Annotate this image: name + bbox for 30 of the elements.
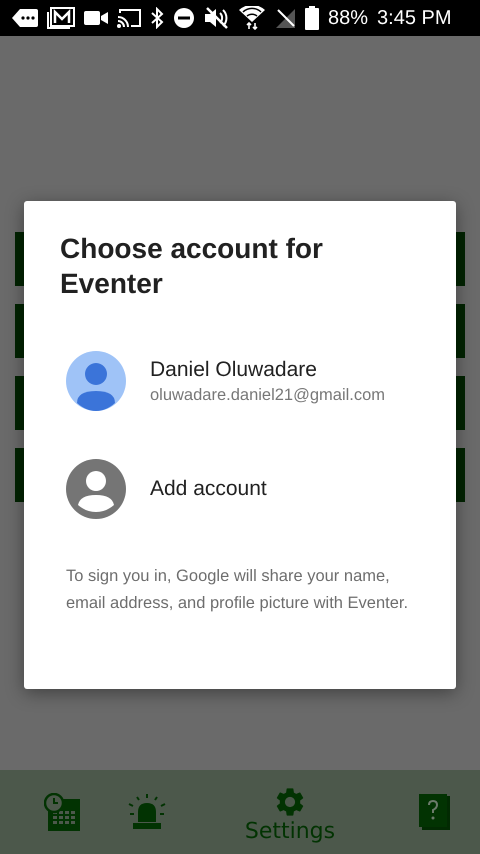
- add-account-link[interactable]: Add account: [150, 477, 267, 501]
- account-email: oluwadare.daniel21@gmail.com: [150, 386, 386, 404]
- avatar-icon: [66, 351, 126, 411]
- siren-icon: [128, 794, 166, 830]
- account-name[interactable]: Daniel Oluwadare: [150, 358, 386, 382]
- menu-bar-edge[interactable]: [456, 448, 465, 502]
- mute-icon: [204, 7, 230, 29]
- clock-time: 3:45 PM: [377, 6, 452, 30]
- do-not-disturb-icon: [173, 7, 195, 29]
- battery-icon: [305, 6, 319, 30]
- no-signal-icon: [274, 7, 296, 29]
- menu-bar-edge[interactable]: [456, 232, 465, 286]
- menu-bar-edge[interactable]: [15, 304, 24, 358]
- menu-bar-edge[interactable]: [15, 448, 24, 502]
- menu-bar-edge[interactable]: [15, 376, 24, 430]
- dialog-title: Choose account for Eventer: [60, 232, 324, 301]
- battery-percentage: 88%: [328, 6, 368, 30]
- cast-icon: [117, 8, 141, 28]
- menu-bar-edge[interactable]: [456, 376, 465, 430]
- menu-bar-edge[interactable]: [15, 232, 24, 286]
- privacy-notice: To sign you in, Google will share your name, email address, and profile picture with Eventer.: [66, 566, 410, 614]
- mail-icon: [47, 7, 75, 29]
- menu-bar-edge[interactable]: [456, 304, 465, 358]
- wifi-icon: [239, 6, 265, 30]
- video-camera-icon: [84, 10, 108, 26]
- message-icon: [12, 8, 38, 28]
- add-account-icon: [66, 459, 126, 519]
- help-book-icon: [419, 794, 451, 830]
- calendar-clock-icon: [44, 793, 80, 831]
- bluetooth-icon: [150, 7, 164, 29]
